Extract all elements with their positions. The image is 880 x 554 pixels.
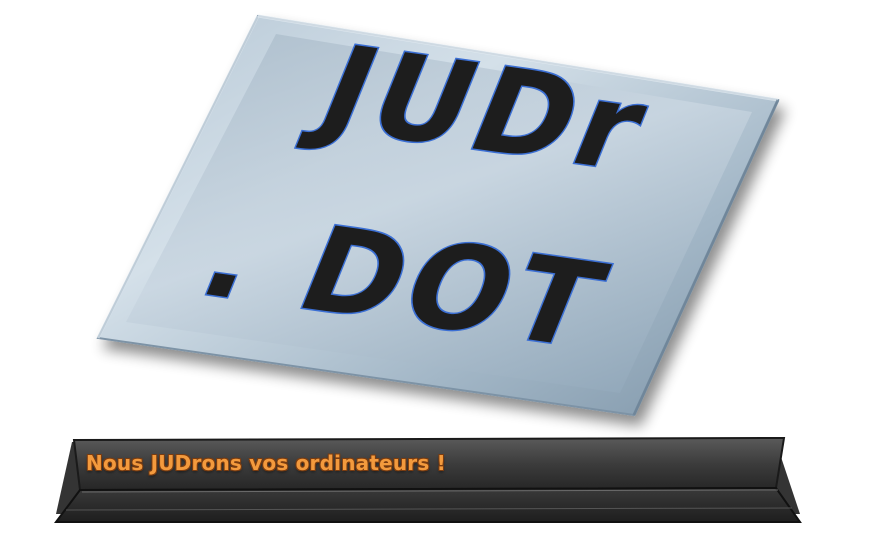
slogan-text: Nous JUDrons vos ordinateurs !	[86, 451, 446, 475]
